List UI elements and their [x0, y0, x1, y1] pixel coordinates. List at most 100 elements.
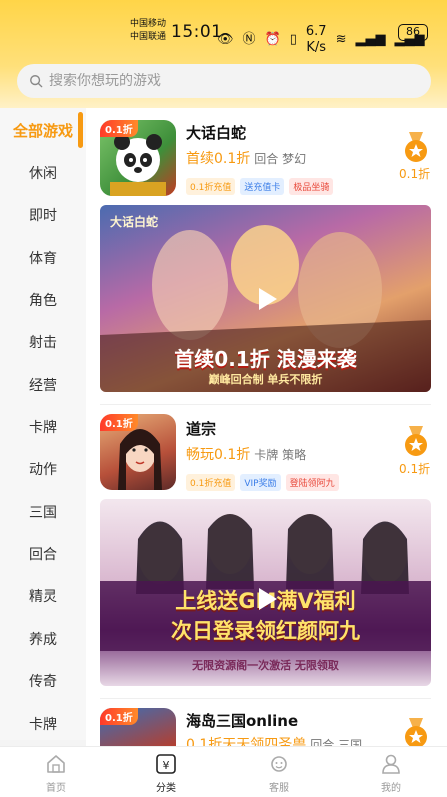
net-speed-unit: K/s — [306, 40, 327, 55]
battery-indicator: 86 — [398, 24, 428, 41]
category-label: 动作 — [29, 462, 57, 478]
vibrate-icon: ▯ — [289, 32, 297, 47]
search-input[interactable] — [49, 73, 389, 89]
discount-badge: 0.1折 — [100, 414, 138, 431]
profile-icon — [382, 754, 400, 774]
category-label: 养成 — [29, 632, 57, 648]
nav-home[interactable]: 首页 — [21, 747, 91, 797]
game-icon-image[interactable]: 0.1折 — [100, 120, 176, 196]
nav-label: 客服 — [269, 783, 289, 794]
nav-profile[interactable]: 我的 — [356, 747, 426, 797]
medal-icon — [405, 132, 427, 162]
category-item[interactable]: 即时 — [0, 195, 86, 235]
alarm-icon: ⏰ — [264, 32, 281, 47]
tag-chip: VIP奖励 — [240, 474, 281, 491]
bottom-nav: 首页 ¥ 分类 客服 我的 — [0, 746, 447, 797]
category-item[interactable]: 回合 — [0, 534, 86, 574]
medal-icon — [405, 426, 427, 456]
category-item[interactable]: 经营 — [0, 365, 86, 405]
search-icon — [30, 75, 43, 88]
game-video-banner[interactable]: 上线送GM满V福利 次日登录领红颜阿九 无限资源阁一次激活 无限领取 — [100, 499, 431, 686]
category-item[interactable]: 体育 — [0, 238, 86, 278]
divider — [100, 698, 431, 699]
category-label: 精灵 — [29, 589, 57, 605]
game-highlight: 0.1折天天领四圣兽 — [186, 737, 307, 746]
discount-badge: 0.1折 — [100, 120, 138, 137]
category-item[interactable]: 角色 — [0, 280, 86, 320]
game-title: 海岛三国online — [186, 712, 299, 730]
category-item[interactable]: 卡牌 — [0, 704, 86, 744]
tag-chip: 极品坐骑 — [289, 178, 334, 195]
game-icon-image[interactable]: 0.1折 — [100, 414, 176, 490]
nav-service[interactable]: 客服 — [244, 747, 314, 797]
eye-icon: 👁 — [217, 32, 234, 47]
game-genres: 回合 三国 — [310, 738, 363, 746]
category-item[interactable]: 三国 — [0, 492, 86, 532]
search-bar[interactable] — [17, 64, 431, 98]
carrier-2: 中国联通 — [130, 32, 167, 42]
banner-title: 首续0.1折 浪漫来袭 — [174, 347, 357, 371]
game-subline: 畅玩0.1折 卡牌 策略 — [186, 444, 306, 464]
category-item[interactable]: 传奇 — [0, 661, 86, 701]
tag-chip: 登陆领阿九 — [285, 474, 339, 491]
category-label: 传奇 — [29, 674, 57, 690]
category-item[interactable]: 养成 — [0, 619, 86, 659]
category-item[interactable]: 动作 — [0, 449, 86, 489]
game-genres: 卡牌 策略 — [254, 448, 307, 462]
game-highlight: 首续0.1折 — [186, 151, 251, 167]
game-video-banner[interactable]: 大话白蛇 首续0.1折 浪漫来袭 巅峰回合制 单兵不限折 — [100, 205, 431, 392]
category-item[interactable]: 精灵 — [0, 576, 86, 616]
active-indicator — [78, 112, 83, 148]
status-icons: 👁 Ⓝ ⏰ ▯ 6.7 K/s ≋ ▂▄▆ ▂▄▆ — [217, 24, 424, 56]
nav-label: 我的 — [381, 783, 401, 794]
game-genres: 回合 梦幻 — [254, 152, 307, 166]
wifi-icon: ≋ — [335, 32, 347, 47]
svg-text:¥: ¥ — [163, 759, 170, 772]
tag-chip: 送充值卡 — [240, 178, 285, 195]
nav-category[interactable]: ¥ 分类 — [131, 747, 201, 797]
nav-label: 首页 — [46, 783, 66, 794]
game-subline: 0.1折天天领四圣兽 回合 三国 — [186, 734, 362, 746]
net-speed-value: 6.7 — [305, 24, 327, 39]
rebate-value: 0.1折 — [399, 462, 431, 476]
game-subline: 首续0.1折 回合 梦幻 — [186, 148, 306, 168]
category-label: 三国 — [29, 505, 57, 521]
net-speed: 6.7 K/s — [306, 24, 327, 56]
game-title: 大话白蛇 — [186, 124, 247, 142]
category-item[interactable]: 卡牌 — [0, 407, 86, 447]
game-tags: 0.1折充值 送充值卡 极品坐骑 — [186, 178, 334, 195]
banner-line-2: 次日登录领红颜阿九 — [171, 619, 360, 643]
status-time: 15:01 — [171, 22, 223, 42]
category-label: 卡牌 — [29, 420, 57, 436]
signal-icon: ▂▄▆ — [355, 32, 386, 47]
category-icon: ¥ — [156, 754, 176, 774]
nav-label: 分类 — [156, 783, 176, 794]
home-icon — [47, 755, 65, 773]
play-icon[interactable] — [250, 283, 282, 315]
category-label: 体育 — [29, 251, 57, 267]
category-sidebar: 全部游戏 休闲 即时 体育 角色 射击 经营 卡牌 动作 三国 回合 精灵 养成… — [0, 108, 86, 740]
category-label: 全部游戏 — [12, 121, 73, 140]
category-item-all[interactable]: 全部游戏 — [0, 110, 86, 150]
divider — [100, 404, 431, 405]
banner-subtitle: 巅峰回合制 单兵不限折 — [208, 373, 323, 386]
nfc-icon: Ⓝ — [242, 32, 256, 47]
category-label: 卡牌 — [29, 717, 57, 733]
tag-chip: 0.1折充值 — [186, 474, 236, 491]
discount-badge: 0.1折 — [100, 708, 138, 725]
game-highlight: 畅玩0.1折 — [186, 447, 251, 463]
status-bar: 中国移动 中国联通 15:01 👁 Ⓝ ⏰ ▯ 6.7 K/s ≋ ▂▄▆ ▂▄… — [0, 0, 447, 60]
game-title: 道宗 — [186, 420, 217, 438]
category-label: 回合 — [29, 547, 57, 563]
category-label: 经营 — [29, 378, 57, 394]
tag-chip: 0.1折充值 — [186, 178, 236, 195]
game-icon-image[interactable]: 0.1折 — [100, 708, 176, 746]
play-icon[interactable] — [250, 583, 282, 615]
banner-logo: 大话白蛇 — [110, 215, 159, 229]
rebate-value: 0.1折 — [399, 167, 431, 181]
category-item[interactable]: 休闲 — [0, 153, 86, 193]
carrier-1: 中国移动 — [130, 19, 167, 29]
category-label: 休闲 — [29, 166, 57, 182]
category-item[interactable]: 射击 — [0, 322, 86, 362]
medal-icon — [405, 718, 427, 746]
